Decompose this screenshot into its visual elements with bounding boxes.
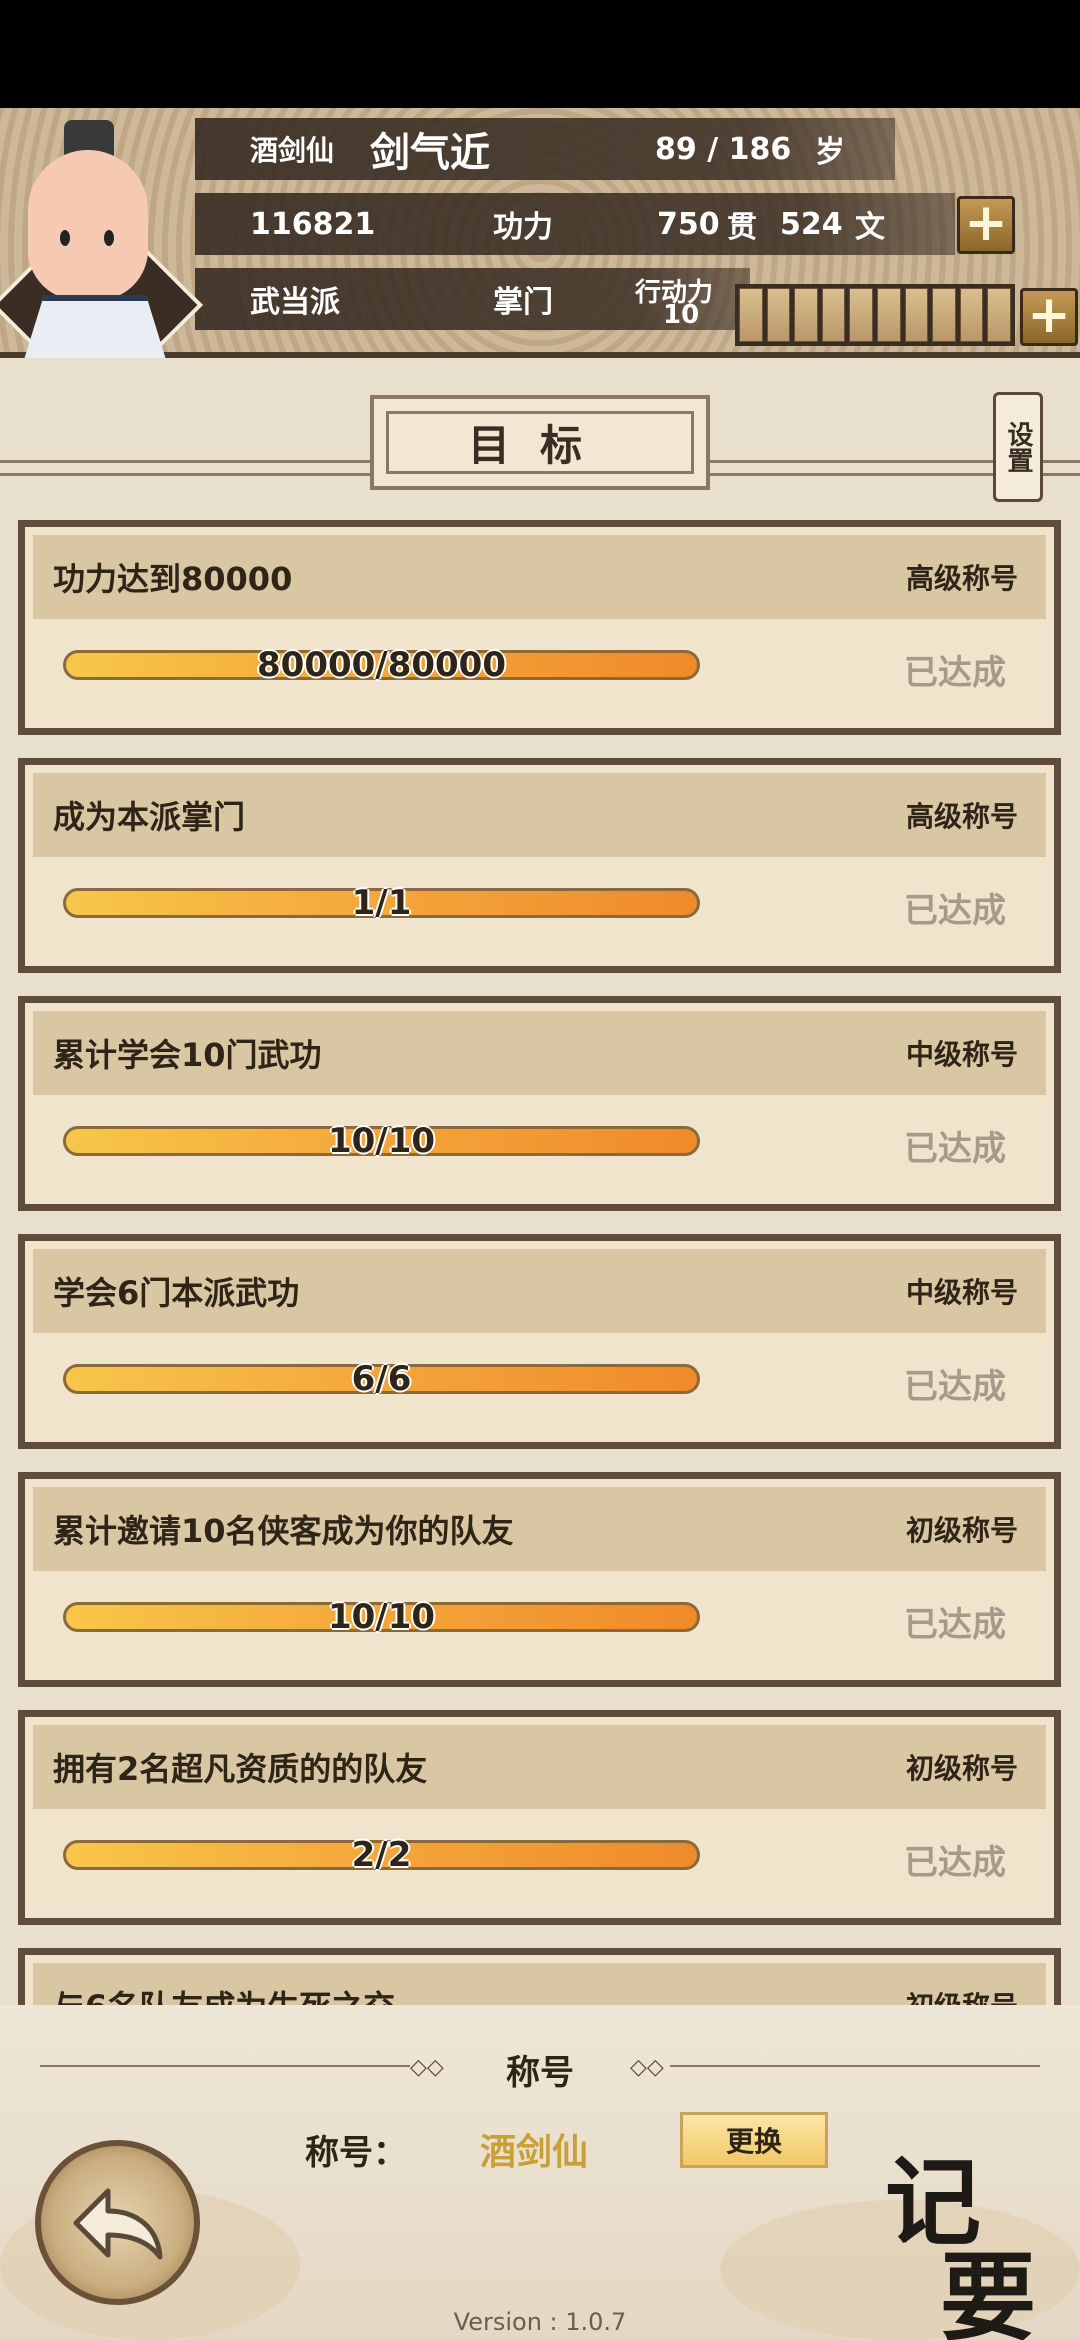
goal-progress-bar: 2/2 xyxy=(63,1835,700,1875)
goal-header: 与6名队友成为生死之交 初级称号 xyxy=(33,1963,1046,2005)
goal-status: 已达成 xyxy=(904,1605,1006,1645)
sect-name: 武当派 xyxy=(250,285,340,320)
titles-heading: 称号 xyxy=(506,2053,574,2093)
header-row-identity: 酒剑仙 剑气近 89 / 186 岁 xyxy=(195,118,895,180)
goal-rank: 初级称号 xyxy=(905,1514,1018,1547)
goal-card[interactable]: 累计学会10门武功 中级称号 10/10 已达成 xyxy=(18,996,1061,1211)
goal-status: 已达成 xyxy=(904,1367,1006,1407)
change-title-button[interactable]: 更换 xyxy=(680,2112,828,2168)
diamond-icon: ◇◇ xyxy=(630,2055,664,2080)
goal-card[interactable]: 与6名队友成为生死之交 初级称号 xyxy=(18,1948,1061,2005)
action-segment xyxy=(987,288,1011,342)
action-segment xyxy=(766,288,791,342)
goal-card[interactable]: 功力达到80000 高级称号 80000/80000 已达成 xyxy=(18,520,1061,735)
goal-rank: 初级称号 xyxy=(905,1752,1018,1785)
goal-card[interactable]: 累计邀请10名侠客成为你的队友 初级称号 10/10 已达成 xyxy=(18,1472,1061,1687)
goal-status: 已达成 xyxy=(904,891,1006,931)
goal-rank: 中级称号 xyxy=(905,1276,1018,1309)
goal-title: 学会6门本派武功 xyxy=(53,1274,300,1312)
goal-progress-text: 10/10 xyxy=(327,1121,436,1161)
goal-progress-bar: 1/1 xyxy=(63,883,700,923)
goal-status: 已达成 xyxy=(904,1843,1006,1883)
player-title: 酒剑仙 xyxy=(250,134,335,167)
goal-progress-text: 10/10 xyxy=(327,1597,436,1637)
avatar-eye xyxy=(60,230,70,246)
action-segment xyxy=(904,288,929,342)
age-unit: 岁 xyxy=(815,135,845,170)
status-bar xyxy=(0,0,1080,108)
goal-progress-bar: 6/6 xyxy=(63,1359,700,1399)
goal-card[interactable]: 学会6门本派武功 中级称号 6/6 已达成 xyxy=(18,1234,1061,1449)
goal-status: 已达成 xyxy=(904,653,1006,693)
page-title: 目标 xyxy=(370,395,710,490)
sect-position: 掌门 xyxy=(493,285,553,320)
goal-header: 功力达到80000 高级称号 xyxy=(33,535,1046,619)
back-button[interactable] xyxy=(35,2140,200,2305)
goal-progress-bar: 10/10 xyxy=(63,1597,700,1637)
header-row-sect: 武当派 掌门 行动力 10 xyxy=(195,268,750,330)
avatar-face xyxy=(28,150,148,300)
add-action-button[interactable]: + xyxy=(1020,288,1078,346)
avatar-eye xyxy=(104,230,114,246)
goal-card[interactable]: 拥有2名超凡资质的的队友 初级称号 2/2 已达成 xyxy=(18,1710,1061,1925)
player-age: 89 / 186 xyxy=(655,131,792,167)
add-money-button[interactable]: + xyxy=(957,196,1015,254)
memo-button[interactable]: 记 要 xyxy=(870,2125,1060,2340)
title-heading-divider: ◇◇ 称号 ◇◇ xyxy=(40,2035,1040,2095)
goal-rank: 高级称号 xyxy=(905,562,1018,595)
goal-header: 累计邀请10名侠客成为你的队友 初级称号 xyxy=(33,1487,1046,1571)
goal-header: 成为本派掌门 高级称号 xyxy=(33,773,1046,857)
power-value: 116821 xyxy=(250,206,376,242)
goal-progress-text: 1/1 xyxy=(351,883,412,923)
money-wen: 524 xyxy=(780,206,843,242)
divider-line-right xyxy=(670,2065,1040,2067)
power-label: 功力 xyxy=(493,210,553,245)
action-segment xyxy=(932,288,956,342)
guan-label: 贯 xyxy=(727,210,757,245)
goal-title: 功力达到80000 xyxy=(53,560,293,598)
action-segment xyxy=(876,288,901,342)
back-arrow-icon xyxy=(73,2188,162,2259)
action-segment xyxy=(794,288,818,342)
plus-icon: + xyxy=(964,193,1008,253)
action-energy-bar xyxy=(735,284,1015,346)
goal-status: 已达成 xyxy=(904,1129,1006,1169)
action-segment xyxy=(959,288,984,342)
goal-list[interactable]: 功力达到80000 高级称号 80000/80000 已达成 成为本派掌门 高级称号 1/1… xyxy=(18,520,1061,2005)
wen-label: 文 xyxy=(855,210,885,245)
goal-rank: 中级称号 xyxy=(905,1038,1018,1071)
action-segment xyxy=(739,288,763,342)
goal-card[interactable]: 成为本派掌门 高级称号 1/1 已达成 xyxy=(18,758,1061,973)
current-title-value: 酒剑仙 xyxy=(480,2132,589,2173)
goal-header: 拥有2名超凡资质的的队友 初级称号 xyxy=(33,1725,1046,1809)
action-value: 10 xyxy=(663,300,700,330)
action-segment xyxy=(821,288,846,342)
goal-progress-bar: 10/10 xyxy=(63,1121,700,1161)
goal-title: 累计邀请10名侠客成为你的队友 xyxy=(53,1512,514,1550)
player-name: 剑气近 xyxy=(370,130,490,176)
goal-title: 成为本派掌门 xyxy=(53,798,246,836)
goal-progress-bar: 80000/80000 xyxy=(63,645,700,685)
money-guan: 750 xyxy=(657,206,720,242)
version-label: Version : 1.0.7 xyxy=(453,2308,627,2336)
plus-icon: + xyxy=(1027,285,1071,345)
action-segment xyxy=(849,288,873,342)
goal-title: 与6名队友成为生死之交 xyxy=(53,1982,395,2005)
goal-progress-text: 2/2 xyxy=(351,1835,412,1875)
goal-title: 拥有2名超凡资质的的队友 xyxy=(53,1750,428,1788)
goal-title: 累计学会10门武功 xyxy=(53,1036,322,1074)
header-row-stats: 116821 功力 750 贯 524 文 xyxy=(195,193,955,255)
current-title-label: 称号： xyxy=(305,2133,407,2173)
goal-rank: 初级称号 xyxy=(906,1985,1018,2005)
goal-progress-text: 6/6 xyxy=(351,1359,412,1399)
goal-rank: 高级称号 xyxy=(905,800,1018,833)
settings-button[interactable]: 设置 xyxy=(993,392,1043,502)
goal-header: 学会6门本派武功 中级称号 xyxy=(33,1249,1046,1333)
goal-progress-text: 80000/80000 xyxy=(257,645,506,685)
goal-header: 累计学会10门武功 中级称号 xyxy=(33,1011,1046,1095)
